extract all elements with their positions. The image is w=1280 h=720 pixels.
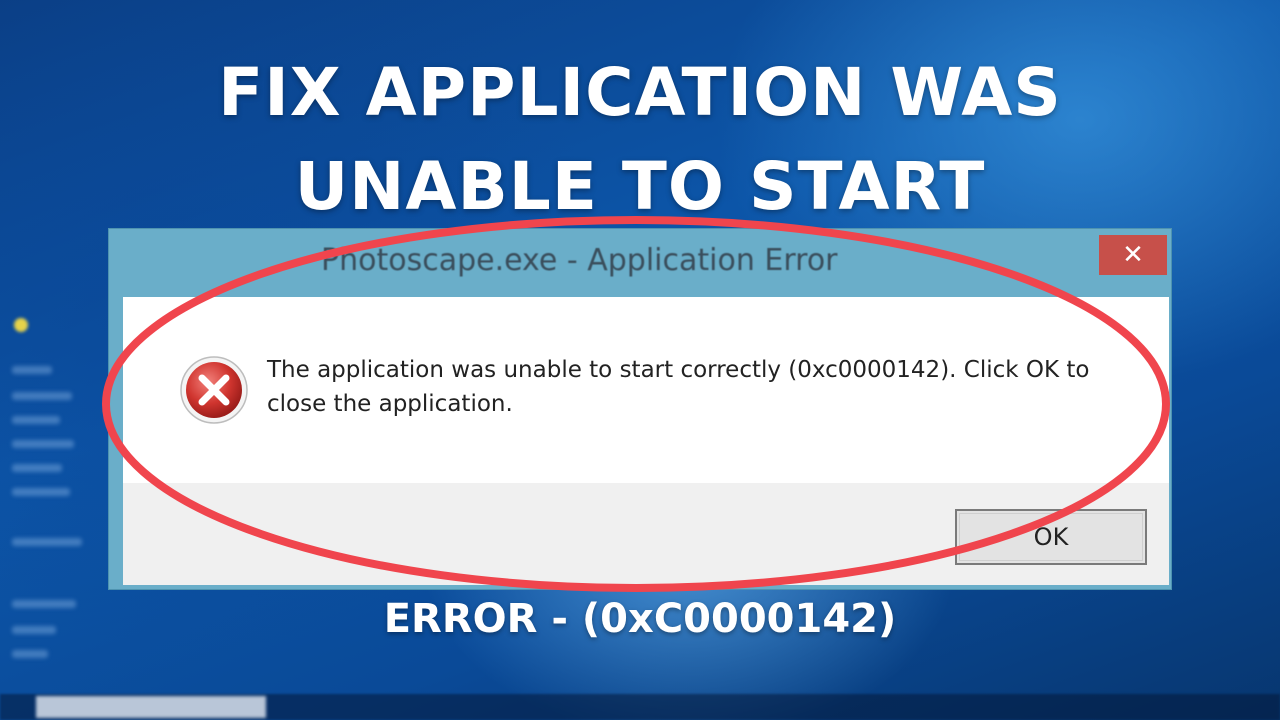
error-icon: [180, 356, 248, 424]
background-menu-line: [12, 366, 52, 374]
headline-line-2: UNABLE TO START: [294, 148, 986, 225]
background-menu-line: [12, 440, 74, 448]
background-menu-line: [12, 488, 70, 496]
background-start-menu: [0, 300, 108, 720]
dialog-title: Photoscape.exe - Application Error: [321, 243, 838, 278]
ok-button[interactable]: OK: [955, 509, 1147, 565]
error-code-caption: ERROR - (0xC0000142): [383, 596, 897, 642]
close-button[interactable]: ✕: [1099, 235, 1167, 275]
background-menu-line: [12, 416, 60, 424]
error-message: The application was unable to start corr…: [267, 357, 1090, 417]
background-user-dot: [14, 318, 28, 332]
headline-line-1: FIX APPLICATION WAS: [218, 54, 1062, 131]
dialog-footer: OK: [123, 483, 1169, 585]
background-menu-line: [12, 392, 72, 400]
background-menu-line: [12, 650, 48, 658]
background-search-box: [36, 696, 266, 718]
background-menu-line: [12, 464, 62, 472]
dialog-body: The application was unable to start corr…: [123, 297, 1169, 483]
background-menu-line: [12, 538, 82, 546]
error-dialog: Photoscape.exe - Application Error ✕ The…: [108, 228, 1172, 590]
